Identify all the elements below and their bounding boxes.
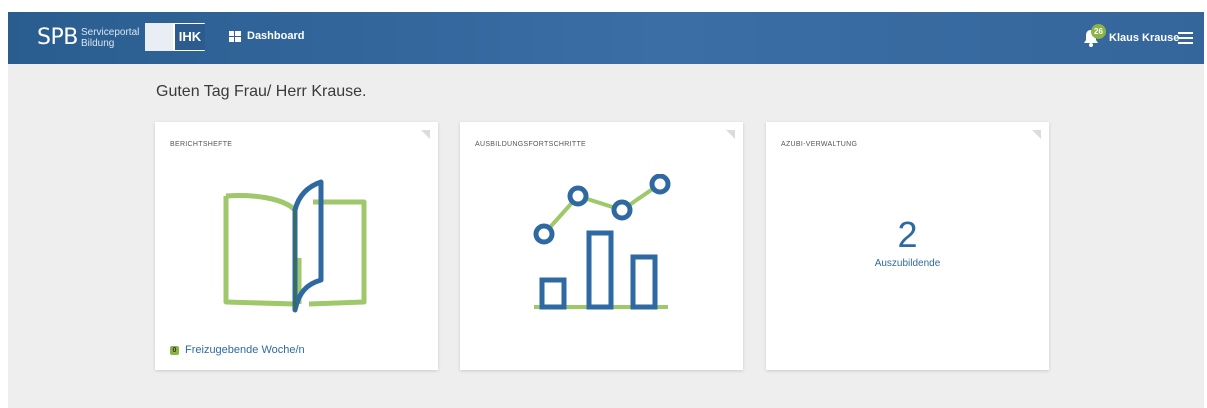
card-corner-marker: [1032, 130, 1041, 139]
card-title: AZUBI-VERWALTUNG: [781, 141, 858, 148]
card-title: AUSBILDUNGSFORTSCHRITTE: [475, 141, 587, 148]
logo-subtitle: Serviceportal Bildung: [81, 27, 139, 49]
pending-weeks-count: 0: [170, 345, 179, 355]
freizugebende-wochen-link[interactable]: 0 Freizugebende Woche/n: [170, 344, 305, 356]
top-navigation-bar: SPB Serviceportal Bildung IHK Dashboard …: [8, 12, 1204, 64]
notification-badge: 26: [1091, 24, 1106, 39]
book-icon: [223, 179, 367, 313]
ihk-logo-label: IHK: [175, 24, 205, 50]
nav-dashboard-label: Dashboard: [247, 30, 305, 42]
user-name[interactable]: Klaus Krause: [1109, 32, 1179, 44]
greeting-text: Guten Tag Frau/ Herr Krause.: [156, 83, 367, 100]
ihk-logo: IHK: [145, 23, 205, 51]
trainee-count: 2: [897, 214, 918, 255]
card-corner-marker: [726, 130, 735, 139]
card-azubi-verwaltung[interactable]: AZUBI-VERWALTUNG 2 Auszubildende: [766, 122, 1049, 370]
spb-logo[interactable]: SPB: [37, 25, 78, 50]
logo-subtitle-line-2: Bildung: [81, 38, 115, 49]
ihk-logo-mark: [145, 23, 173, 51]
card-corner-marker: [421, 130, 430, 139]
app-frame: SPB Serviceportal Bildung IHK Dashboard …: [8, 12, 1204, 408]
card-title: BERICHTSHEFTE: [170, 141, 233, 148]
card-berichtshefte[interactable]: BERICHTSHEFTE 0 Freizugebende Woche/n: [155, 122, 438, 370]
trainee-count-label: Auszubildende: [874, 258, 941, 269]
progress-chart-icon: [533, 174, 671, 310]
logo-subtitle-line-1: Serviceportal: [81, 27, 140, 38]
nav-dashboard[interactable]: Dashboard: [229, 30, 304, 42]
menu-icon[interactable]: [1178, 32, 1193, 44]
card-ausbildungsfortschritte[interactable]: AUSBILDUNGSFORTSCHRITTE: [460, 122, 743, 370]
dashboard-icon: [229, 30, 241, 42]
pending-weeks-label: Freizugebende Woche/n: [185, 344, 305, 356]
